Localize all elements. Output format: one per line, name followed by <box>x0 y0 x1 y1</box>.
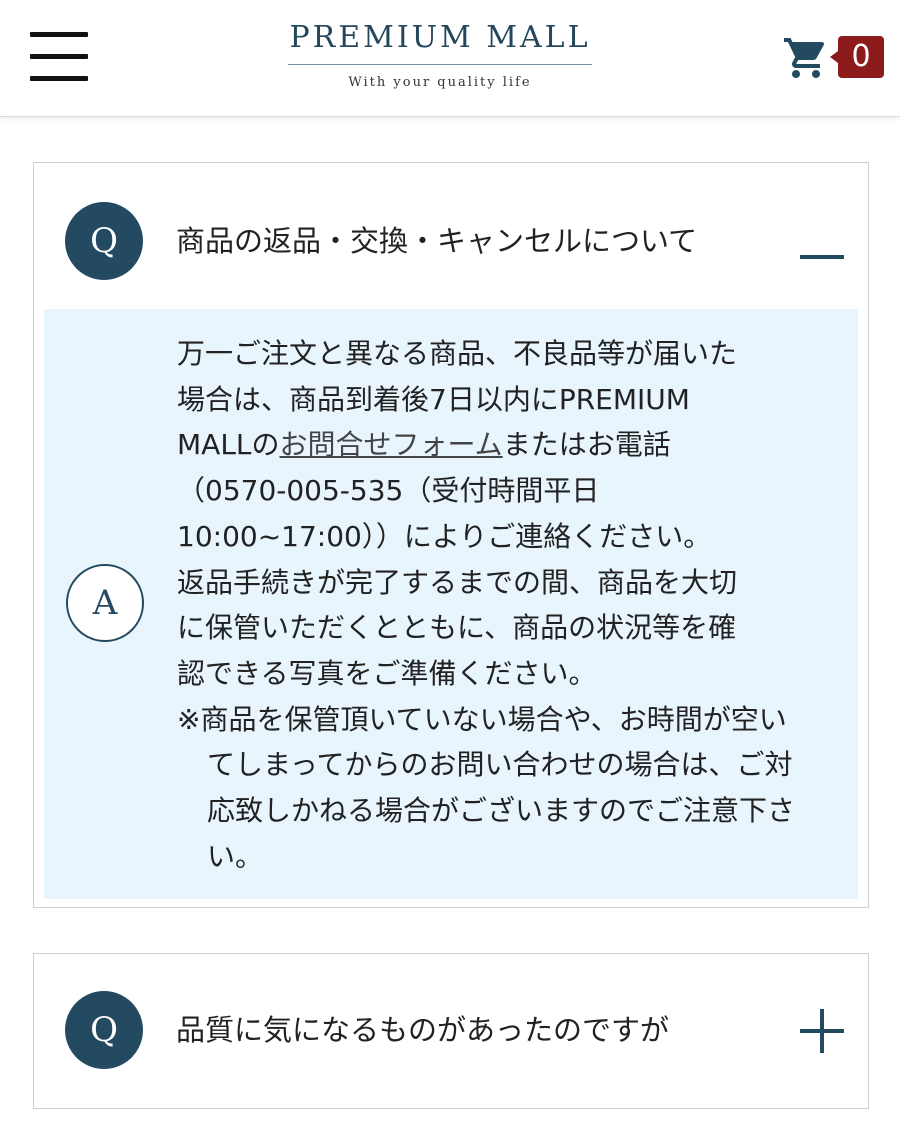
faq-item: Q 商品の返品・交換・キャンセルについて A 万一ご注文と異なる商品、不良品等が… <box>33 162 869 908</box>
answer-note: ※商品を保管頂いていない場合や、お時間が空いてしまってからのお問い合わせの場合は… <box>177 702 796 873</box>
site-header: PREMIUM MALL With your quality life 0 <box>0 0 900 117</box>
answer-line: に保管いただくとともに、商品の状況等を確 <box>177 611 737 645</box>
answer-line: 場合は、商品到着後7日以内にPREMIUM <box>177 382 690 416</box>
faq-question-text: 商品の返品・交換・キャンセルについて <box>176 224 698 258</box>
answer-line: 認できる写真をご準備ください。 <box>177 656 597 690</box>
site-logo[interactable]: PREMIUM MALL With your quality life <box>288 18 592 90</box>
answer-badge: A <box>66 564 144 642</box>
question-badge: Q <box>65 202 143 280</box>
faq-answer-panel: A 万一ご注文と異なる商品、不良品等が届いた 場合は、商品到着後7日以内にPRE… <box>44 309 858 899</box>
answer-line: （0570-005-535（受付時間平日 <box>177 474 600 508</box>
faq-question-toggle[interactable]: Q 商品の返品・交換・キャンセルについて <box>34 163 868 309</box>
logo-divider <box>288 64 592 65</box>
question-badge: Q <box>65 991 143 1069</box>
logo-title: PREMIUM MALL <box>289 20 591 55</box>
shopping-cart-icon <box>784 38 825 78</box>
hamburger-icon[interactable] <box>30 32 90 84</box>
answer-line: 10:00~17:00））によりご連絡ください。 <box>177 519 712 553</box>
cart-button[interactable]: 0 <box>776 32 886 84</box>
answer-line: 返品手続きが完了するまでの間、商品を大切 <box>177 565 738 599</box>
faq-question-text: 品質に気になるものがあったのですが <box>176 1013 670 1047</box>
cart-count-badge: 0 <box>830 36 884 78</box>
answer-line: MALLのお問合せフォームまたはお電話 <box>177 422 802 468</box>
faq-answer-text: 万一ご注文と異なる商品、不良品等が届いた 場合は、商品到着後7日以内にPREMI… <box>177 331 802 879</box>
answer-text-prefix: MALLの <box>177 428 280 462</box>
faq-question-toggle[interactable]: Q 品質に気になるものがあったのですが <box>34 954 868 1106</box>
logo-tagline: With your quality life <box>348 75 532 90</box>
faq-item: Q 品質に気になるものがあったのですが <box>33 953 869 1109</box>
contact-form-link[interactable]: お問合せフォーム <box>280 428 503 461</box>
plus-icon[interactable] <box>800 1009 844 1053</box>
answer-text-suffix: またはお電話 <box>502 428 671 462</box>
answer-line: 万一ご注文と異なる商品、不良品等が届いた <box>177 337 738 370</box>
minus-icon[interactable] <box>800 235 844 279</box>
